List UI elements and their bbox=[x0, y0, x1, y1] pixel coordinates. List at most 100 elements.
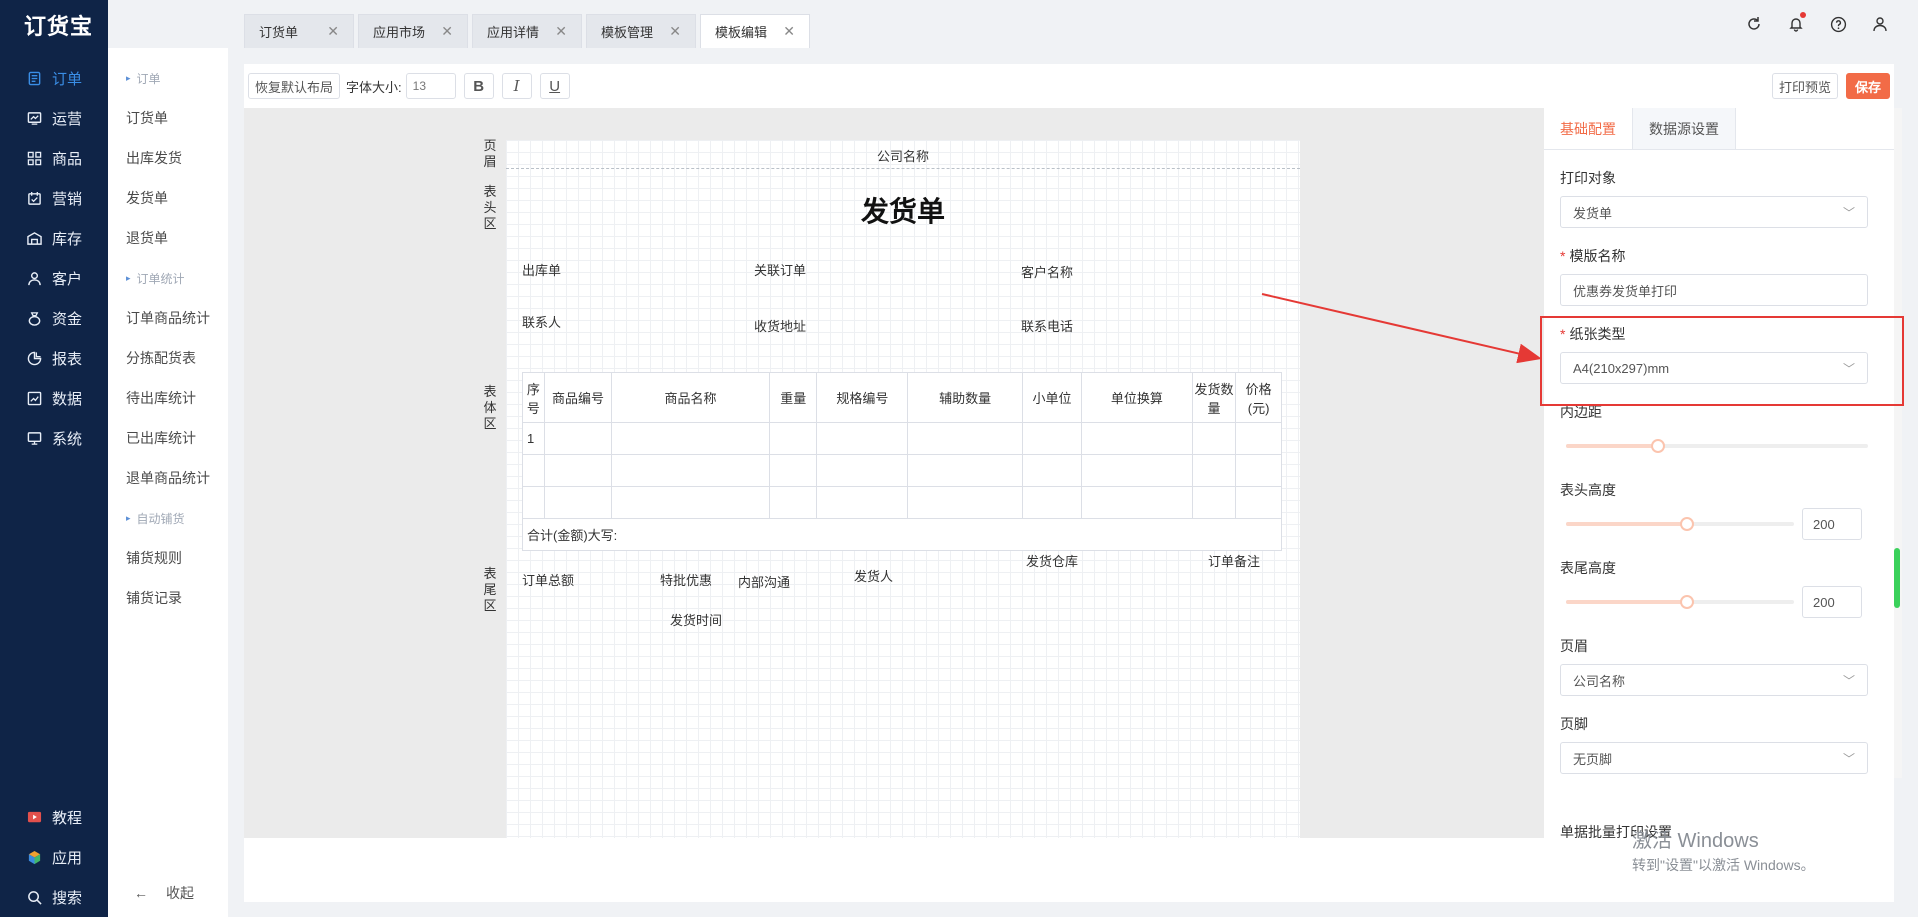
tab-label: 订货单 bbox=[259, 25, 299, 40]
sub-nav-item[interactable]: 订货单 bbox=[108, 98, 228, 138]
print-paper[interactable]: 公司名称 发货单 出库单 关联订单 客户名称 联系人 收货地址 联系电话 序号商… bbox=[506, 140, 1300, 838]
field-warehouse[interactable]: 发货仓库 bbox=[1026, 551, 1078, 570]
goods-table[interactable]: 序号 商品编号 商品名称 重量 规格编号 辅助数量 小单位 单位换算 发货数量 价格(元) 1 合… bbox=[522, 372, 1282, 551]
page-header-select[interactable]: 公司名称 ﹀ bbox=[1560, 664, 1868, 696]
sub-nav-item[interactable]: 退单商品统计 bbox=[108, 458, 228, 498]
field-special-discount[interactable]: 特批优惠 bbox=[660, 570, 712, 589]
collapse-button[interactable]: ← 收起 bbox=[134, 883, 194, 903]
nav-item-goods[interactable]: 商品 bbox=[0, 138, 108, 178]
tab-datasource[interactable]: 数据源设置 bbox=[1633, 108, 1736, 149]
order-icon bbox=[26, 70, 42, 86]
operation-icon bbox=[26, 110, 42, 126]
nav-item-order[interactable]: 订单 bbox=[0, 58, 108, 98]
tab-2[interactable]: 应用详情 ✕ bbox=[472, 14, 582, 48]
doc-title[interactable]: 发货单 bbox=[506, 190, 1300, 230]
footer-height-slider[interactable] bbox=[1566, 595, 1794, 609]
goods-icon bbox=[26, 150, 42, 166]
page-footer-select[interactable]: 无页脚 ﹀ bbox=[1560, 742, 1868, 774]
top-bar: 订货单 ✕ 应用市场 ✕ 应用详情 ✕ 模板管理 ✕ 模板编辑 ✕ bbox=[108, 0, 1918, 48]
user-icon[interactable] bbox=[1870, 14, 1890, 34]
print-target-select[interactable]: 发货单 ﹀ bbox=[1560, 196, 1868, 228]
report-icon bbox=[26, 350, 42, 366]
slider-handle[interactable] bbox=[1651, 439, 1665, 453]
arrow-left-icon: ← bbox=[134, 885, 148, 901]
nav-item-label: 库存 bbox=[52, 230, 83, 248]
nav-item-report[interactable]: 报表 bbox=[0, 338, 108, 378]
panel-scrollbar[interactable] bbox=[1894, 108, 1902, 778]
close-icon[interactable]: ✕ bbox=[555, 23, 567, 40]
close-icon[interactable]: ✕ bbox=[783, 23, 795, 40]
header-height-input[interactable]: 200 bbox=[1802, 508, 1862, 540]
nav-item-system[interactable]: 系统 bbox=[0, 418, 108, 458]
nav-item-customer[interactable]: 客户 bbox=[0, 258, 108, 298]
table-header-cell: 重量 bbox=[768, 372, 818, 423]
template-name-input[interactable]: 优惠券发货单打印 bbox=[1560, 274, 1868, 306]
sub-nav-item[interactable]: 发货单 bbox=[108, 178, 228, 218]
print-preview-button[interactable]: 打印预览 bbox=[1771, 73, 1838, 99]
slider-handle[interactable] bbox=[1680, 595, 1694, 609]
sub-nav-item[interactable]: 待出库统计 bbox=[108, 378, 228, 418]
sub-nav-item[interactable]: 已出库统计 bbox=[108, 418, 228, 458]
nav-item-search[interactable]: 搜索 bbox=[0, 877, 108, 917]
sub-nav-item[interactable]: 铺货规则 bbox=[108, 538, 228, 578]
search-icon bbox=[26, 889, 42, 905]
config-panel: 基础配置 数据源设置 打印对象 发货单 ﹀ * 模版名称 优惠券发货单打印 * 纸张… bbox=[1544, 108, 1894, 838]
tab-3[interactable]: 模板管理 ✕ bbox=[586, 14, 696, 48]
nav-item-label: 应用 bbox=[52, 849, 83, 867]
nav-item-marketing[interactable]: 营销 bbox=[0, 178, 108, 218]
close-icon[interactable]: ✕ bbox=[441, 23, 453, 40]
close-icon[interactable]: ✕ bbox=[669, 23, 681, 40]
footer-height-input[interactable]: 200 bbox=[1802, 586, 1862, 618]
restore-layout-button[interactable]: 恢复默认布局 bbox=[248, 73, 341, 99]
field-internal-note[interactable]: 内部沟通 bbox=[738, 572, 790, 591]
sub-nav-item[interactable]: 铺货记录 bbox=[108, 578, 228, 618]
sub-group-order-stats: 订单统计 bbox=[108, 258, 228, 298]
field-ship-time[interactable]: 发货时间 bbox=[670, 610, 722, 629]
nav-item-apps[interactable]: 应用 bbox=[0, 837, 108, 877]
field-address[interactable]: 收货地址 bbox=[754, 316, 806, 335]
field-order-remark[interactable]: 订单备注 bbox=[1208, 551, 1260, 570]
table-header-cell: 商品名称 bbox=[611, 372, 770, 423]
field-phone[interactable]: 联系电话 bbox=[1021, 316, 1073, 335]
bell-icon[interactable] bbox=[1786, 12, 1806, 34]
slider-handle[interactable] bbox=[1680, 517, 1694, 531]
nav-item-operation[interactable]: 运营 bbox=[0, 98, 108, 138]
padding-slider[interactable] bbox=[1566, 439, 1868, 453]
font-size-input[interactable] bbox=[405, 73, 456, 99]
field-order-total[interactable]: 订单总额 bbox=[522, 570, 574, 589]
apps-icon bbox=[26, 849, 42, 865]
sub-nav-item[interactable]: 退货单 bbox=[108, 218, 228, 258]
close-icon[interactable]: ✕ bbox=[327, 23, 339, 40]
field-shipper[interactable]: 发货人 bbox=[854, 566, 893, 585]
header-height-label: 表头高度 bbox=[1560, 482, 1616, 498]
nav-item-data[interactable]: 数据 bbox=[0, 378, 108, 418]
help-icon[interactable] bbox=[1828, 14, 1848, 34]
nav-item-label: 数据 bbox=[52, 390, 83, 408]
field-customer[interactable]: 客户名称 bbox=[1021, 262, 1073, 281]
system-icon bbox=[26, 430, 42, 446]
nav-item-inventory[interactable]: 库存 bbox=[0, 218, 108, 258]
field-outbound[interactable]: 出库单 bbox=[522, 260, 561, 279]
nav-item-money[interactable]: 资金 bbox=[0, 298, 108, 338]
tab-4[interactable]: 模板编辑 ✕ bbox=[700, 14, 810, 48]
sub-nav-item[interactable]: 出库发货 bbox=[108, 138, 228, 178]
nav-item-tutorial[interactable]: 教程 bbox=[0, 797, 108, 837]
chevron-down-icon: ﹀ bbox=[1842, 751, 1855, 766]
chevron-down-icon: ﹀ bbox=[1842, 205, 1855, 220]
refresh-icon[interactable] bbox=[1744, 14, 1764, 34]
italic-button[interactable]: I bbox=[501, 73, 532, 99]
sub-nav-item[interactable]: 订单商品统计 bbox=[108, 298, 228, 338]
company-name-field[interactable]: 公司名称 bbox=[506, 146, 1300, 165]
field-related-order[interactable]: 关联订单 bbox=[754, 260, 806, 279]
field-contact[interactable]: 联系人 bbox=[522, 312, 561, 331]
sub-nav-item[interactable]: 分拣配货表 bbox=[108, 338, 228, 378]
scrollbar-thumb[interactable] bbox=[1894, 548, 1900, 608]
tab-0[interactable]: 订货单 ✕ bbox=[244, 14, 354, 48]
template-name-label: 模版名称 bbox=[1569, 248, 1626, 264]
save-button[interactable]: 保存 bbox=[1845, 73, 1890, 99]
underline-button[interactable]: U bbox=[539, 73, 570, 99]
bold-button[interactable]: B bbox=[463, 73, 494, 99]
header-height-slider[interactable] bbox=[1566, 517, 1794, 531]
tab-1[interactable]: 应用市场 ✕ bbox=[358, 14, 468, 48]
tab-basic-config[interactable]: 基础配置 bbox=[1544, 108, 1633, 149]
